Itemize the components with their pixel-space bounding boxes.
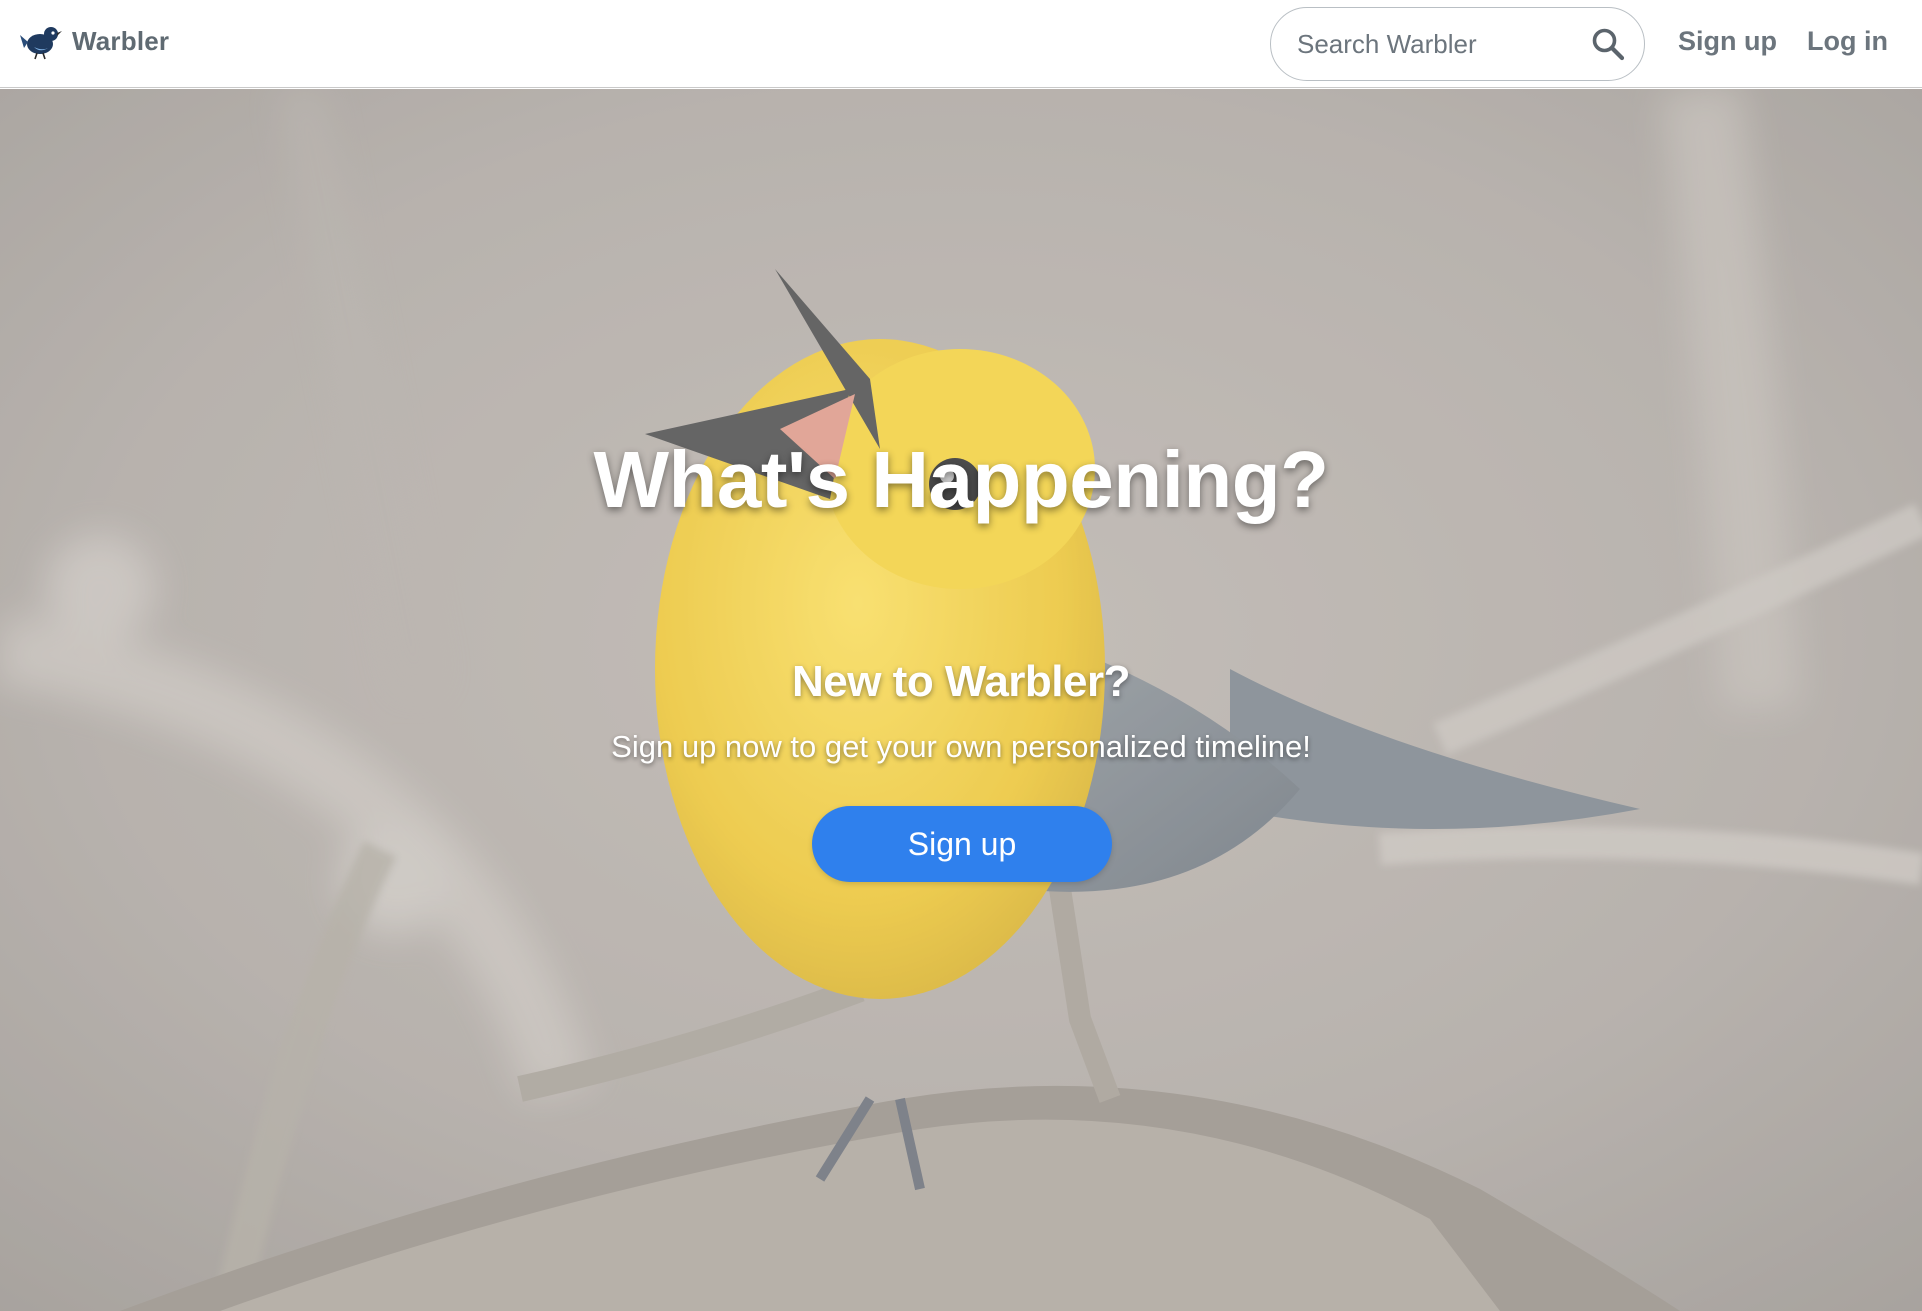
brand-link[interactable]: Warbler [20,22,169,60]
hero-subtitle: New to Warbler? [791,657,1131,706]
hero-section: What's Happening? New to Warbler? Sign u… [0,89,1922,1311]
nav-signup-link[interactable]: Sign up [1678,26,1777,57]
hero-text: Sign up now to get your own personalized… [611,729,1311,764]
hero-signup-button[interactable]: Sign up [812,806,1112,882]
search-input[interactable] [1297,24,1587,64]
warbler-logo-icon [20,27,62,60]
search-icon[interactable] [1590,26,1626,62]
navbar: Warbler Sign up Log in [0,0,1922,88]
search-form [1270,7,1645,81]
brand-name: Warbler [72,25,170,56]
nav-login-link[interactable]: Log in [1807,26,1888,57]
hero-title: What's Happening? [593,435,1329,524]
